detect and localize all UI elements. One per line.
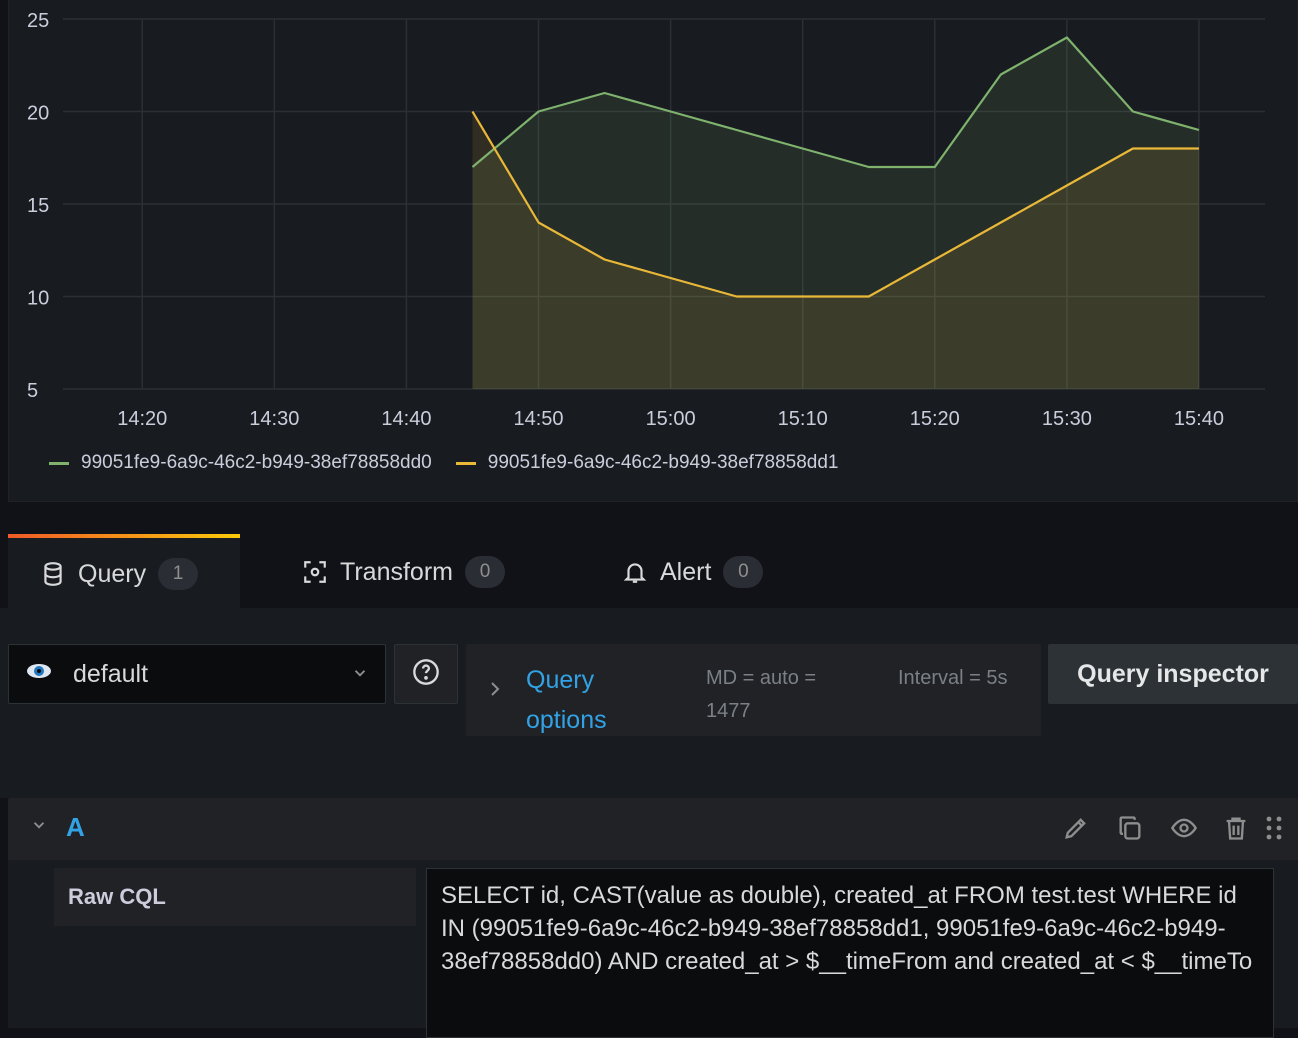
- legend-item-series-0[interactable]: 99051fe9-6a9c-46c2-b949-38ef78858dd0: [49, 452, 432, 474]
- pencil-icon[interactable]: [1060, 812, 1092, 844]
- chevron-down-icon: [351, 660, 369, 689]
- eye-icon[interactable]: [1168, 812, 1200, 844]
- query-editor: Raw CQL SELECT id, CAST(value as double)…: [8, 860, 1298, 1028]
- y-tick-label: 10: [27, 288, 49, 310]
- y-tick-label: 5: [27, 380, 38, 402]
- chevron-right-icon: [488, 678, 502, 704]
- tab-count-badge: 1: [158, 558, 198, 590]
- legend-label: 99051fe9-6a9c-46c2-b949-38ef78858dd1: [488, 452, 839, 474]
- x-tick-label: 15:00: [646, 408, 696, 430]
- datasource-help-button[interactable]: [394, 644, 458, 704]
- tab-alert[interactable]: Alert 0: [590, 534, 820, 610]
- tab-count-badge: 0: [465, 556, 505, 588]
- x-tick-label: 14:30: [249, 408, 299, 430]
- legend-swatch: [49, 462, 69, 465]
- duplicate-icon[interactable]: [1114, 812, 1146, 844]
- legend-swatch: [456, 462, 476, 465]
- x-tick-label: 14:50: [513, 408, 563, 430]
- tab-label: Transform: [340, 558, 453, 587]
- chart-legend: 99051fe9-6a9c-46c2-b949-38ef78858dd0 990…: [49, 452, 839, 474]
- datasource-icon: [25, 659, 53, 690]
- x-tick-label: 14:40: [381, 408, 431, 430]
- datasource-label: default: [73, 660, 351, 689]
- interval-value: Interval = 5s: [898, 662, 1018, 695]
- query-ref-id[interactable]: A: [66, 812, 85, 843]
- y-tick-label: 15: [27, 195, 49, 217]
- trash-icon[interactable]: [1220, 812, 1252, 844]
- drag-handle-icon[interactable]: [1260, 812, 1288, 844]
- query-options-title: Query options: [526, 660, 636, 740]
- raw-cql-textarea[interactable]: SELECT id, CAST(value as double), create…: [426, 868, 1274, 1038]
- chevron-down-icon[interactable]: [30, 816, 48, 839]
- graph-panel: 25 20 15 10 5 14:20 14:30 14:40 14:50 15:00 15:10 1…: [8, 0, 1298, 502]
- query-options-toggle[interactable]: Query options MD = auto = 1477 Interval …: [466, 644, 1041, 736]
- x-tick-label: 14:20: [117, 408, 167, 430]
- tab-count-badge: 0: [723, 556, 763, 588]
- raw-cql-label: Raw CQL: [54, 868, 416, 926]
- transform-icon: [302, 559, 328, 585]
- query-options-bar: default Query options MD = auto = 1477 I…: [0, 608, 1298, 798]
- legend-item-series-1[interactable]: 99051fe9-6a9c-46c2-b949-38ef78858dd1: [456, 452, 839, 474]
- x-tick-label: 15:10: [778, 408, 828, 430]
- x-tick-label: 15:40: [1174, 408, 1224, 430]
- question-circle-icon: [412, 658, 440, 691]
- tab-label: Query: [78, 560, 146, 589]
- tab-transform[interactable]: Transform 0: [270, 534, 560, 610]
- time-series-chart[interactable]: 25 20 15 10 5 14:20 14:30 14:40 14:50 15:00 15:10 1…: [9, 0, 1298, 440]
- datasource-picker[interactable]: default: [8, 644, 386, 704]
- tab-query[interactable]: Query 1: [8, 534, 240, 610]
- x-tick-label: 15:30: [1042, 408, 1092, 430]
- y-tick-label: 25: [27, 10, 49, 32]
- database-icon: [40, 561, 66, 587]
- x-tick-label: 15:20: [910, 408, 960, 430]
- query-row-header[interactable]: A: [8, 798, 1298, 860]
- editor-tabs: Query 1 Transform 0 Alert 0: [0, 502, 1298, 608]
- legend-label: 99051fe9-6a9c-46c2-b949-38ef78858dd0: [81, 452, 432, 474]
- query-inspector-button[interactable]: Query inspector: [1048, 644, 1298, 704]
- tab-label: Alert: [660, 558, 711, 587]
- y-tick-label: 20: [27, 103, 49, 125]
- bell-icon: [622, 559, 648, 585]
- max-data-points-value: MD = auto = 1477: [706, 662, 856, 728]
